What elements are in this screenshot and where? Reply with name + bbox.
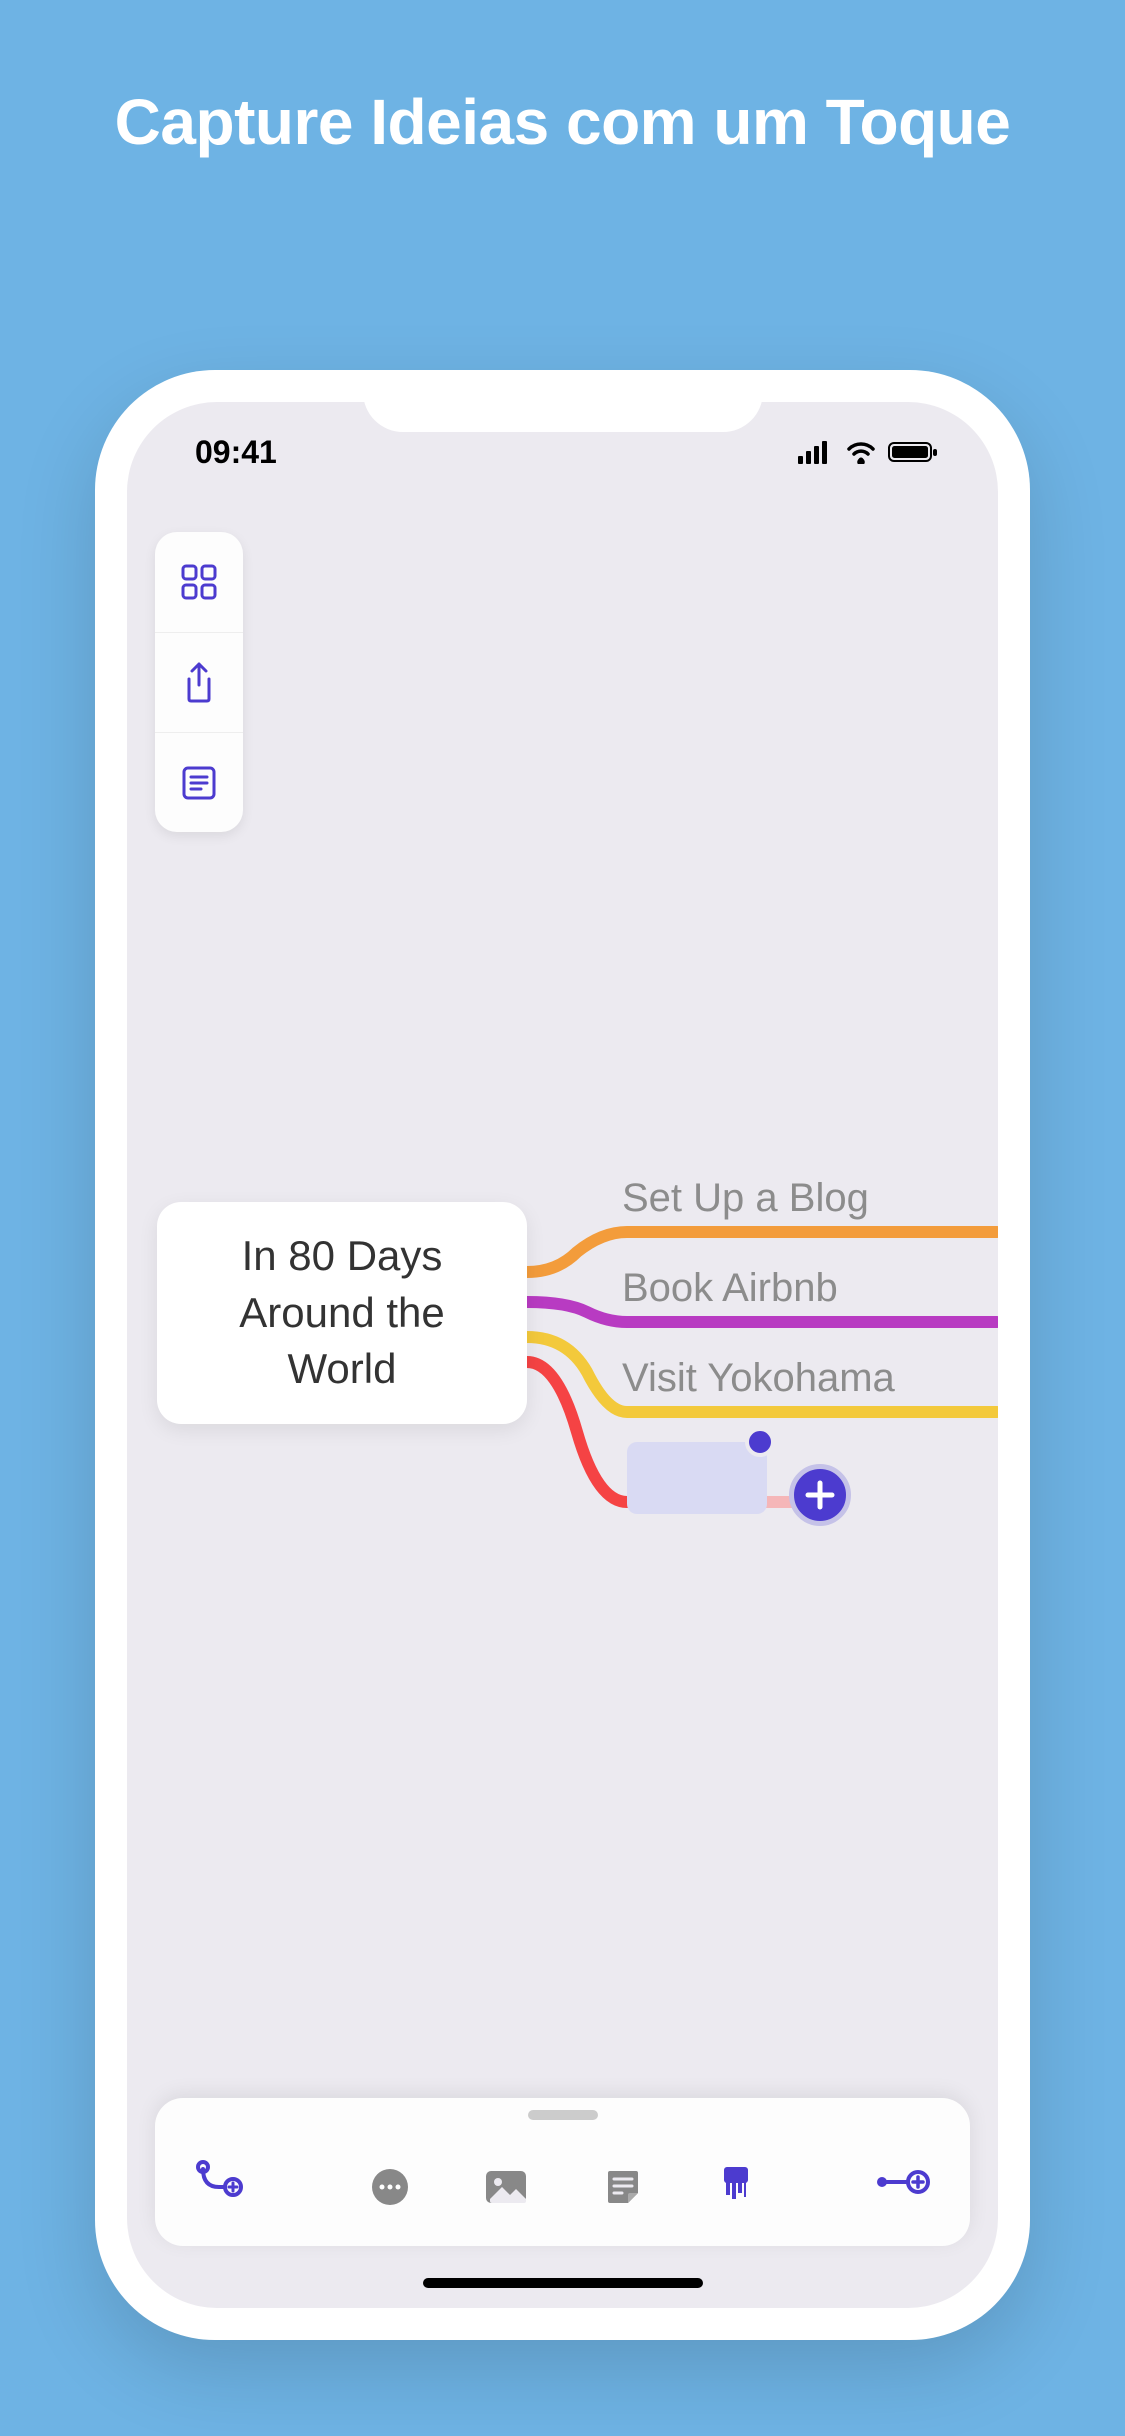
mindmap-canvas[interactable]: In 80 Days Around the World Set Up a Blo…	[127, 402, 998, 2308]
more-icon	[368, 2165, 412, 2209]
home-indicator[interactable]	[423, 2278, 703, 2288]
note-button[interactable]	[590, 2155, 654, 2219]
cellular-icon	[798, 440, 834, 464]
side-toolbar	[155, 532, 243, 832]
child-node-2[interactable]: Book Airbnb	[622, 1266, 838, 1311]
selection-handle[interactable]	[745, 1427, 775, 1457]
new-node-placeholder[interactable]	[627, 1442, 767, 1514]
image-icon	[482, 2165, 530, 2209]
status-time: 09:41	[195, 434, 277, 471]
phone-frame: 09:41	[95, 370, 1030, 2340]
image-button[interactable]	[472, 2155, 540, 2219]
child-node-1[interactable]: Set Up a Blog	[622, 1176, 869, 1221]
outline-icon	[179, 763, 219, 803]
bottom-toolbar	[155, 2098, 970, 2246]
wifi-icon	[844, 440, 878, 464]
add-subtopic-button[interactable]	[185, 2149, 255, 2215]
grid-icon	[179, 562, 219, 602]
child-node-3[interactable]: Visit Yokohama	[622, 1356, 895, 1401]
battery-icon	[888, 440, 940, 464]
style-button[interactable]	[704, 2153, 768, 2221]
bottom-center-group	[358, 2153, 768, 2221]
central-node[interactable]: In 80 Days Around the World	[157, 1202, 527, 1424]
phone-screen: 09:41	[127, 402, 998, 2308]
subtopic-icon	[195, 2159, 245, 2205]
notch	[363, 370, 763, 432]
share-icon	[179, 661, 219, 705]
brush-icon	[714, 2163, 758, 2211]
add-node-button[interactable]	[789, 1464, 851, 1526]
add-sibling-button[interactable]	[864, 2157, 940, 2207]
outline-button[interactable]	[155, 732, 243, 832]
grid-view-button[interactable]	[155, 532, 243, 632]
note-icon	[600, 2165, 644, 2209]
status-icons	[798, 440, 940, 464]
marketing-title: Capture Ideias com um Toque	[0, 0, 1125, 159]
sheet-handle[interactable]	[528, 2110, 598, 2120]
plus-icon	[802, 1477, 838, 1513]
share-button[interactable]	[155, 632, 243, 732]
sibling-icon	[874, 2167, 930, 2197]
more-button[interactable]	[358, 2155, 422, 2219]
